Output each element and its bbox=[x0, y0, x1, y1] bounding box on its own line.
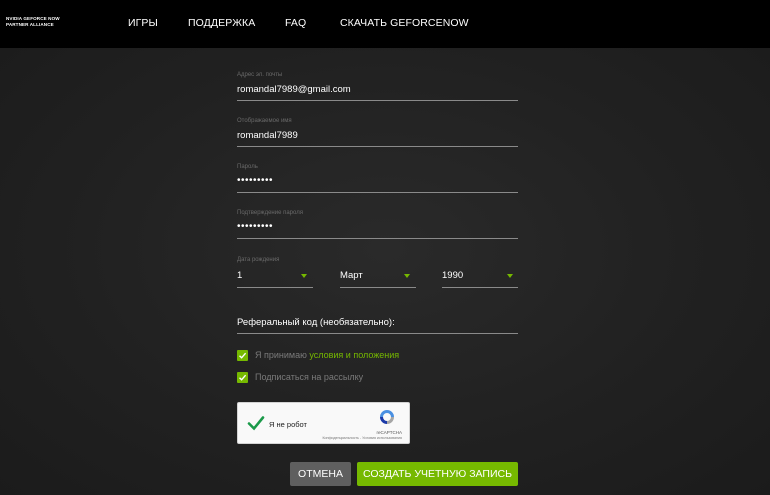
top-navigation-bar: NVIDIA GEFORCE NOW PARTNER ALLIANCE ИГРЫ… bbox=[0, 0, 770, 48]
newsletter-checkbox[interactable] bbox=[237, 372, 248, 383]
create-account-button[interactable]: СОЗДАТЬ УЧЕТНУЮ ЗАПИСЬ bbox=[357, 462, 518, 486]
nav-download[interactable]: СКАЧАТЬ GEFORCENOW bbox=[340, 17, 469, 29]
referral-code-placeholder: Реферальный код (необязательно): bbox=[237, 317, 395, 328]
display-name-value[interactable]: romandal7989 bbox=[237, 130, 298, 141]
display-name-underline bbox=[237, 146, 518, 147]
password-confirm-value[interactable]: ••••••••• bbox=[237, 221, 273, 232]
dob-month-select[interactable]: Март bbox=[340, 270, 416, 288]
cancel-button[interactable]: ОТМЕНА bbox=[290, 462, 351, 486]
dob-day-select[interactable]: 1 bbox=[237, 270, 313, 288]
check-icon bbox=[239, 374, 247, 381]
brand-line-2: PARTNER ALLIANCE bbox=[6, 21, 54, 27]
dob-day-value: 1 bbox=[237, 270, 243, 281]
brand-logo[interactable]: NVIDIA GEFORCE NOW PARTNER ALLIANCE bbox=[6, 16, 76, 27]
nav-support[interactable]: ПОДДЕРЖКА bbox=[188, 17, 255, 29]
password-confirm-underline bbox=[237, 238, 518, 239]
recaptcha-terms-link[interactable]: Конфиденциальность - Условия использован… bbox=[322, 436, 402, 440]
chevron-down-icon bbox=[404, 274, 410, 278]
dob-year-select[interactable]: 1990 bbox=[442, 270, 518, 288]
dob-year-underline bbox=[442, 287, 518, 288]
recaptcha-logo-icon bbox=[380, 410, 394, 424]
check-icon bbox=[239, 352, 247, 359]
dob-label: Дата рождения bbox=[237, 257, 280, 263]
password-value[interactable]: ••••••••• bbox=[237, 175, 273, 186]
nav-games[interactable]: ИГРЫ bbox=[128, 17, 158, 29]
terms-label: Я принимаю условия и положения bbox=[255, 350, 399, 360]
referral-code-field[interactable]: Реферальный код (необязательно): bbox=[237, 317, 518, 334]
recaptcha-widget: Я не робот reCAPTCHA Конфиденциальность … bbox=[237, 402, 410, 444]
email-label: Адрес эл. почты bbox=[237, 72, 283, 78]
dob-month-underline bbox=[340, 287, 416, 288]
referral-underline bbox=[237, 333, 518, 334]
email-value[interactable]: romandal7989@gmail.com bbox=[237, 84, 351, 95]
chevron-down-icon bbox=[507, 274, 513, 278]
dob-month-value: Март bbox=[340, 270, 363, 281]
nav-faq[interactable]: FAQ bbox=[285, 17, 306, 29]
recaptcha-brand: reCAPTCHA bbox=[376, 430, 402, 435]
newsletter-label: Подписаться на рассылку bbox=[255, 372, 364, 382]
password-confirm-label: Подтверждение пароля bbox=[237, 210, 303, 216]
recaptcha-label: Я не робот bbox=[269, 420, 307, 429]
password-underline bbox=[237, 192, 518, 193]
display-name-label: Отображаемое имя bbox=[237, 118, 292, 124]
password-label: Пароль bbox=[237, 164, 258, 170]
chevron-down-icon bbox=[301, 274, 307, 278]
dob-day-underline bbox=[237, 287, 313, 288]
terms-link[interactable]: условия и положения bbox=[309, 350, 399, 360]
terms-checkbox[interactable] bbox=[237, 350, 248, 361]
recaptcha-check-icon[interactable] bbox=[247, 415, 265, 431]
terms-text: Я принимаю bbox=[255, 350, 310, 360]
email-underline bbox=[237, 100, 518, 101]
dob-year-value: 1990 bbox=[442, 270, 464, 281]
